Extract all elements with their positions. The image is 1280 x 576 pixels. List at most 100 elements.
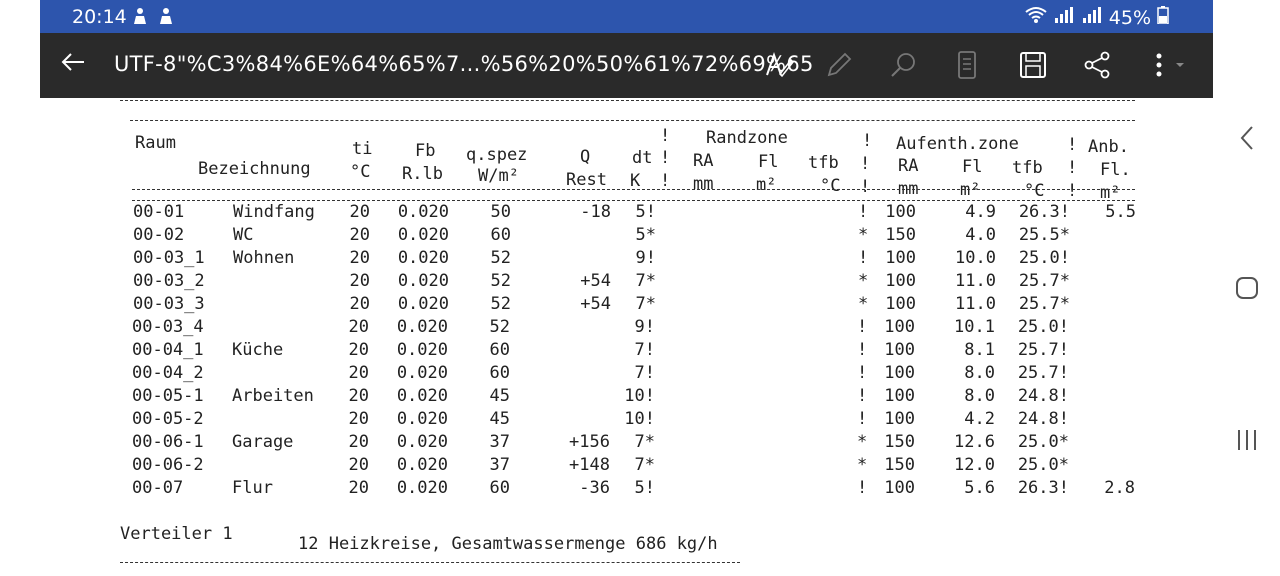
cell-anb: 2.8 xyxy=(1104,478,1135,498)
cell-ti: 20 xyxy=(349,294,370,314)
cell-dt: 10! xyxy=(624,409,655,429)
table-row: 00-06-1 Garage 20 0.020 37 +156 7* * 150 12.6 25.0… xyxy=(40,432,1213,455)
cell-tfb: 25.7* xyxy=(1018,294,1070,314)
cell-rest: +156 xyxy=(569,432,610,452)
cell-bez: Windfang xyxy=(233,202,315,222)
cell-raum: 00-03_1 xyxy=(133,248,205,268)
notification-icon xyxy=(132,7,148,29)
share-icon[interactable] xyxy=(1078,46,1116,84)
cell-fb: 0.020 xyxy=(397,248,449,268)
status-time: 20:14 xyxy=(72,6,127,28)
divider xyxy=(132,189,1135,190)
text-to-speech-icon[interactable] xyxy=(760,46,798,84)
app-toolbar: UTF-8"%C3%84%6E%64%65%7...%56%20%50%61%7… xyxy=(40,33,1213,98)
cell-fb: 0.020 xyxy=(396,363,448,383)
cell-q: 60 xyxy=(489,340,510,360)
cell-bez: Küche xyxy=(232,340,284,360)
header-ti-unit: °C xyxy=(350,162,371,182)
cell-dt: 9! xyxy=(635,248,656,268)
cell-mark: ! xyxy=(857,478,868,498)
cell-mark: ! xyxy=(858,248,869,268)
cell-dt: 5! xyxy=(635,202,656,222)
cell-bez: Wohnen xyxy=(233,248,295,268)
android-nav-bar xyxy=(1213,0,1280,576)
header-separator: ! xyxy=(660,148,671,168)
cell-ti: 20 xyxy=(348,340,369,360)
cell-bez: Flur xyxy=(232,478,273,498)
notification-icon xyxy=(158,7,174,29)
cell-fl: 8.1 xyxy=(964,340,995,360)
header-separator: ! xyxy=(1067,181,1078,201)
home-nav-icon[interactable] xyxy=(1231,268,1263,308)
cell-mark: * xyxy=(858,271,869,291)
more-vert-icon[interactable] xyxy=(1144,46,1190,84)
header-anb: Anb. xyxy=(1088,137,1129,157)
table-row: 00-01 Windfang 20 0.020 50 -18 5!! 100 4.9 26.3! 5… xyxy=(40,202,1213,225)
cell-mark: * xyxy=(858,294,869,314)
cell-raum: 00-07 xyxy=(132,478,184,498)
cell-fl: 12.0 xyxy=(954,455,995,475)
header-fl-unit: m² xyxy=(756,175,777,195)
cell-ti: 20 xyxy=(348,455,369,475)
cell-raum: 00-05-1 xyxy=(132,386,204,406)
header-separator: ! xyxy=(860,177,871,197)
cell-q: 50 xyxy=(490,202,511,222)
cell-tfb: 25.0! xyxy=(1017,317,1069,337)
save-icon[interactable] xyxy=(1014,46,1052,84)
cell-fl: 10.0 xyxy=(955,248,996,268)
header-bezeichnung: Bezeichnung xyxy=(198,159,311,179)
cell-tfb: 25.7* xyxy=(1018,271,1070,291)
cell-ti: 20 xyxy=(349,271,370,291)
header-ra-unit: mm xyxy=(693,174,714,194)
cell-tfb: 25.7! xyxy=(1017,340,1069,360)
header-randzone: Randzone xyxy=(706,128,788,148)
recent-apps-icon[interactable] xyxy=(1231,420,1263,460)
cell-mark: * xyxy=(857,432,868,452)
cell-q: 60 xyxy=(489,478,510,498)
header-raum: Raum xyxy=(135,133,176,153)
arrow-left-icon[interactable] xyxy=(60,49,86,82)
cell-ra: 100 xyxy=(884,340,915,360)
cell-tfb: 26.3! xyxy=(1018,202,1070,222)
header-tfb-unit: °C xyxy=(820,176,841,196)
cell-tfb: 24.8! xyxy=(1017,409,1069,429)
phone-screen: 20:14 45% UTF-8"%C3%84%6E%64%65%7...%56%… xyxy=(40,0,1213,576)
cell-dt: 7! xyxy=(634,340,655,360)
header-fb-unit: R.lb xyxy=(402,164,443,184)
pencil-icon[interactable] xyxy=(820,46,858,84)
cell-dt: 10! xyxy=(624,386,655,406)
cell-ti: 20 xyxy=(349,225,370,245)
document-view: Raum Bezeichnung ti °C Fb R.lb q.spez W/… xyxy=(40,98,1213,576)
header-fl: Fl xyxy=(758,152,779,172)
header-q-unit: Rest xyxy=(566,170,607,190)
cell-ra: 100 xyxy=(884,363,915,383)
search-icon[interactable] xyxy=(884,46,922,84)
cell-ra: 100 xyxy=(884,317,915,337)
cell-fb: 0.020 xyxy=(396,478,448,498)
cell-fl: 8.0 xyxy=(964,386,995,406)
cell-mark: ! xyxy=(857,363,868,383)
table-row: 00-02 WC 20 0.020 60 5* * 150 4.0 25.5* xyxy=(40,225,1213,248)
cell-raum: 00-04_1 xyxy=(132,340,204,360)
header-q: Q xyxy=(580,147,591,167)
cell-raum: 00-06-1 xyxy=(132,432,204,452)
cell-raum: 00-06-2 xyxy=(132,455,204,475)
page-view-icon[interactable] xyxy=(948,46,986,84)
divider xyxy=(132,200,1135,201)
cell-fb: 0.020 xyxy=(396,340,448,360)
header-separator: ! xyxy=(660,171,671,191)
cell-mark: ! xyxy=(857,386,868,406)
cell-bez: WC xyxy=(233,225,254,245)
table-row: 00-03_4 20 0.020 52 9!! 100 10.1 25.0! xyxy=(40,317,1213,340)
cell-tfb: 25.0! xyxy=(1018,248,1070,268)
cell-rest: +54 xyxy=(580,294,611,314)
back-nav-icon[interactable] xyxy=(1231,118,1263,158)
cell-fb: 0.020 xyxy=(396,386,448,406)
cell-dt: 7* xyxy=(635,271,656,291)
cell-ra: 150 xyxy=(885,225,916,245)
cell-raum: 00-05-2 xyxy=(132,409,204,429)
cell-tfb: 25.0* xyxy=(1017,455,1069,475)
cell-ti: 20 xyxy=(348,409,369,429)
cell-dt: 5! xyxy=(634,478,655,498)
cell-ti: 20 xyxy=(348,386,369,406)
